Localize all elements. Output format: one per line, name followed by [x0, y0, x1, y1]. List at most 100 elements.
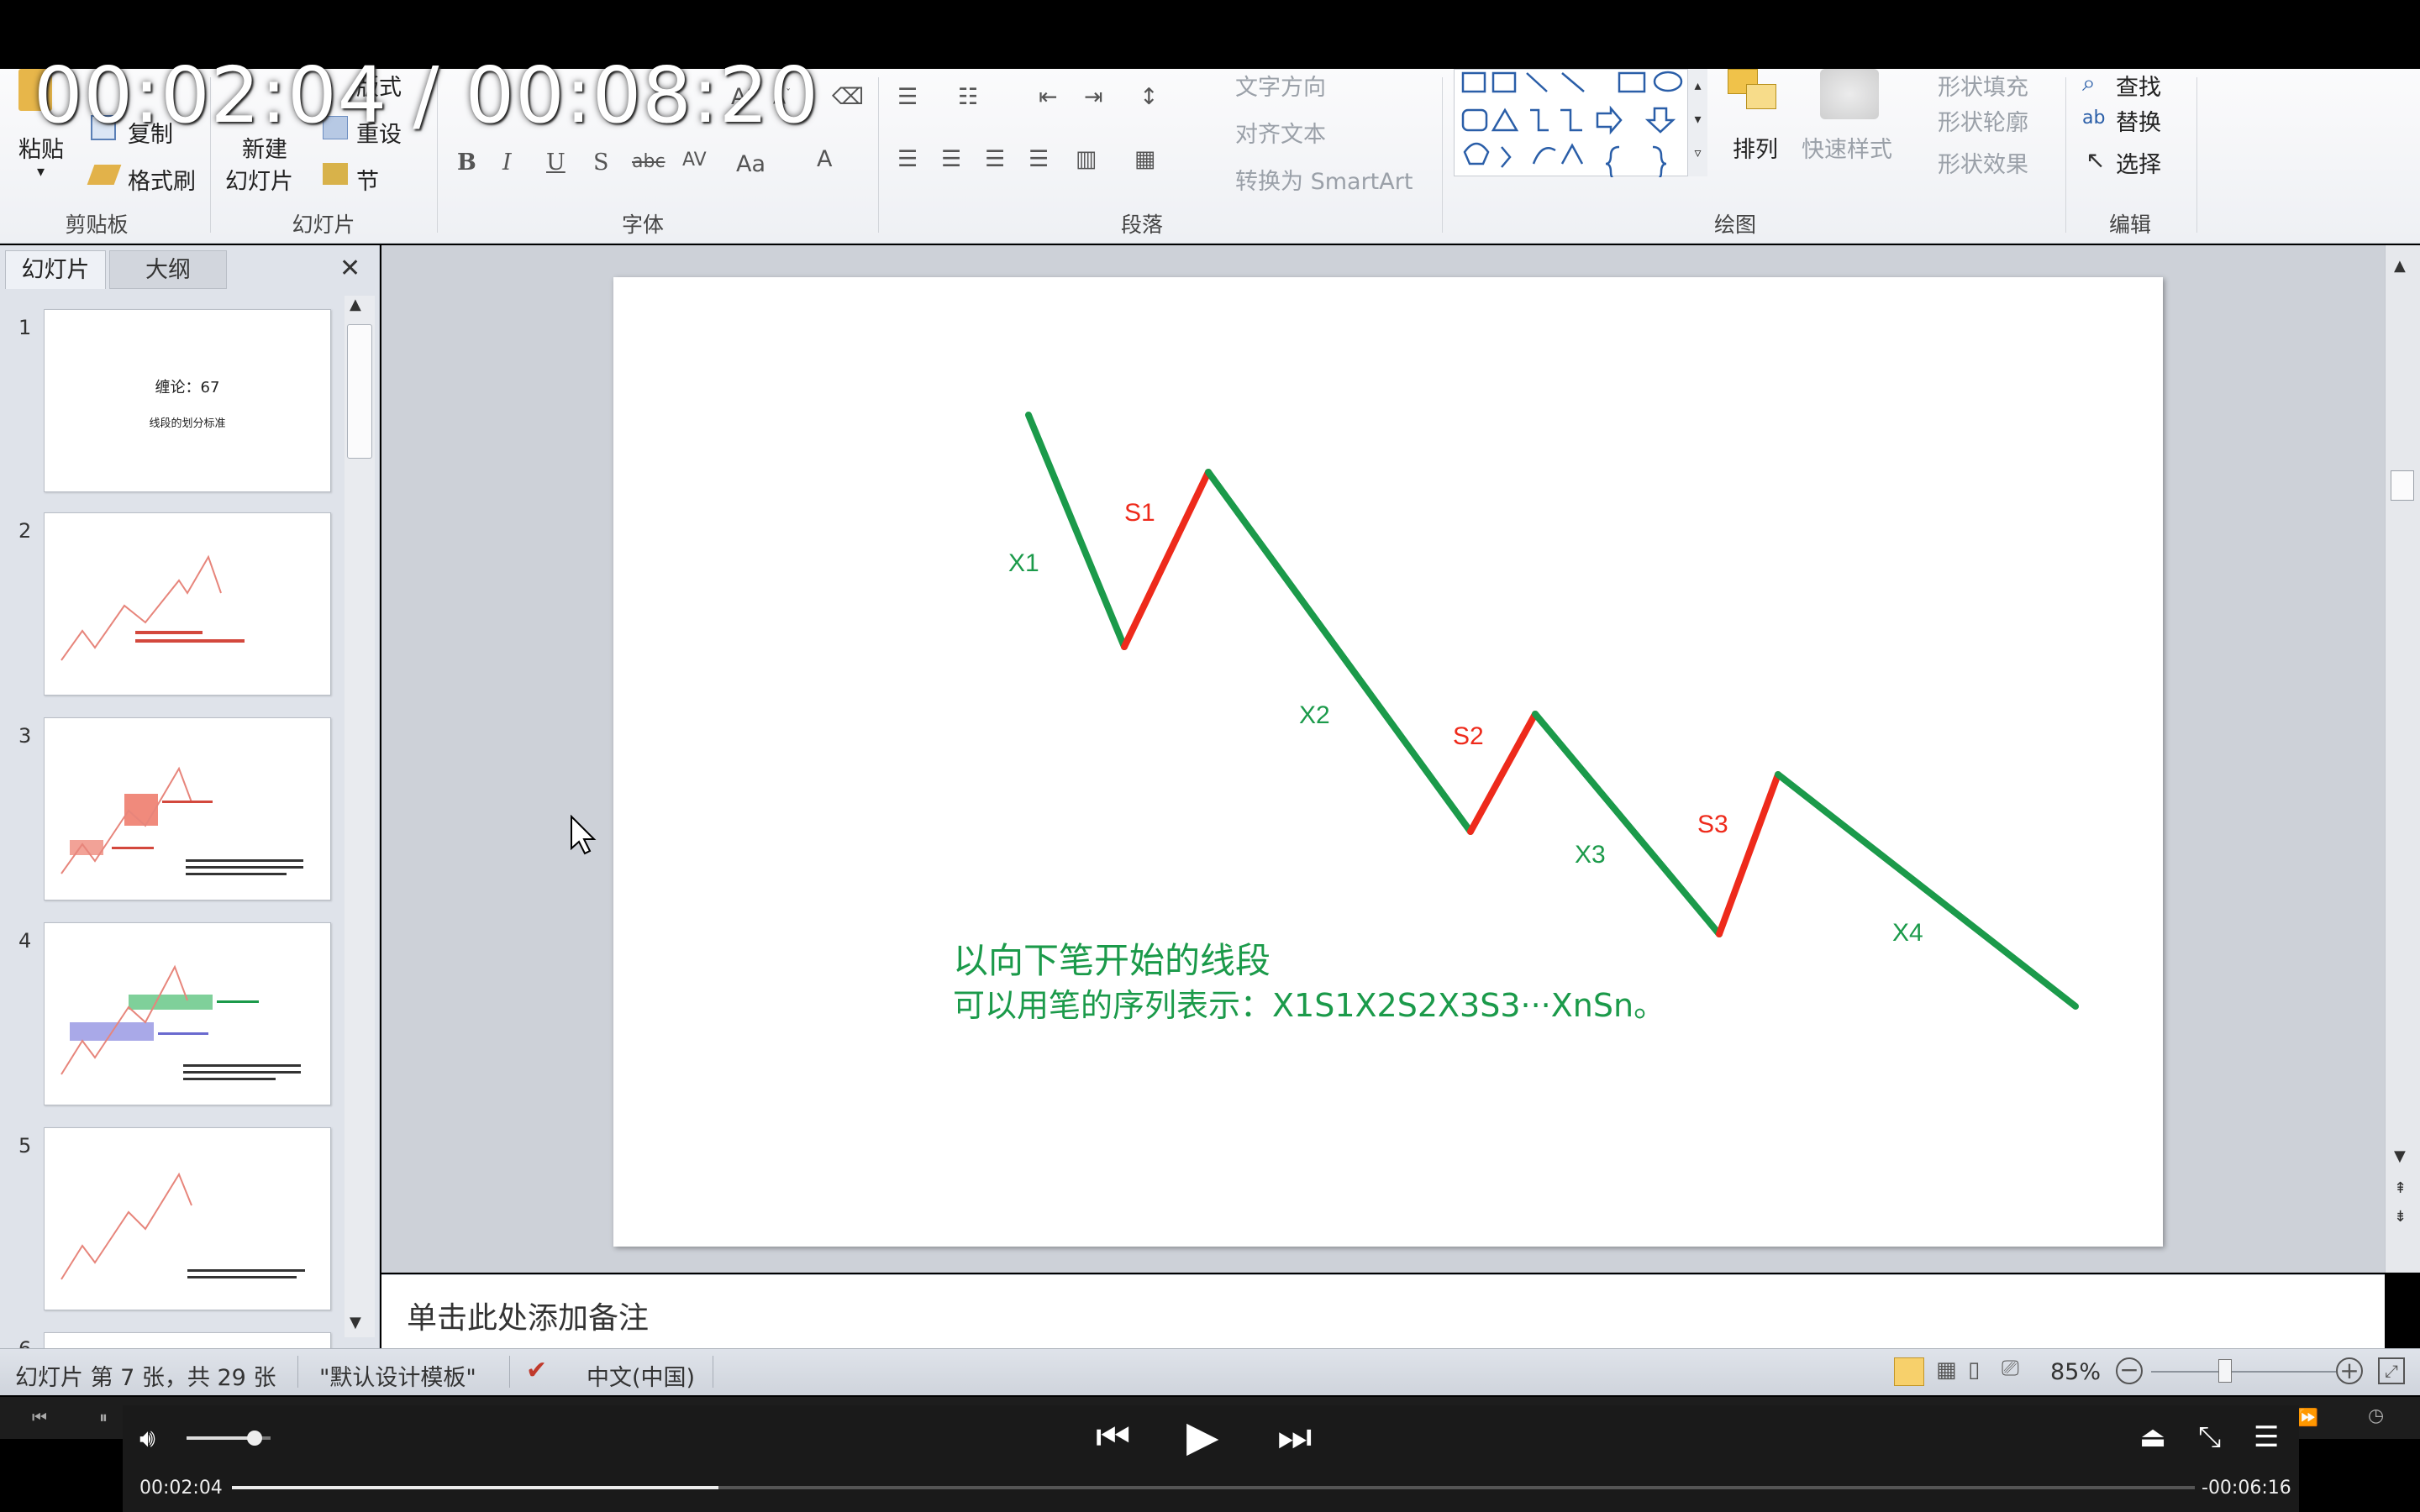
slide-thumbnail[interactable]	[44, 1332, 331, 1350]
columns-icon[interactable]: ▦	[1134, 146, 1156, 172]
slide-thumbnail[interactable]	[44, 512, 331, 696]
slide-thumbnail[interactable]: 缠论：67 线段的划分标准	[44, 309, 331, 492]
slide-number: 1	[18, 316, 32, 339]
slide-number: 3	[18, 724, 32, 748]
label-x1: X1	[1008, 549, 1039, 577]
arrange-icon	[1728, 69, 1781, 116]
volume-slider-fill	[187, 1436, 254, 1440]
stroke-x1	[1025, 412, 1128, 650]
notes-pane[interactable]: 单击此处添加备注	[381, 1274, 2385, 1348]
font-color-button[interactable]: A	[817, 146, 832, 172]
slides-scrollbar[interactable]: ▲ ▼	[345, 296, 375, 1337]
normal-view-icon[interactable]	[1894, 1357, 1924, 1386]
screen: 粘贴 ▾ 复制 格式刷 剪贴板 版式 重设 节 新建 幻灯片 幻灯片 A^ Aˇ…	[0, 0, 2420, 1512]
zoom-slider-thumb[interactable]	[2218, 1359, 2232, 1383]
slide-number: 4	[18, 929, 32, 953]
slide-thumbnail[interactable]	[44, 1127, 331, 1310]
shapes-scroll-icon[interactable]: ▴ ▾ ▿	[1687, 69, 1707, 176]
language-status[interactable]: 中文(中国)	[587, 1359, 695, 1392]
playlist-icon[interactable]: ☰	[2254, 1420, 2279, 1454]
align-left-icon[interactable]: ☰	[897, 146, 918, 172]
label-s3: S3	[1697, 811, 1728, 838]
close-pane-icon[interactable]: ✕	[339, 254, 360, 283]
zoom-level[interactable]: 85%	[2050, 1359, 2101, 1385]
label-x4: X4	[1892, 919, 1923, 947]
volume-slider-thumb[interactable]	[247, 1431, 262, 1446]
slide-thumbnail[interactable]	[44, 922, 331, 1105]
slide-sorter-icon[interactable]: ▦	[1936, 1357, 1957, 1383]
play-icon[interactable]: ▶	[1186, 1412, 1218, 1461]
paste-dropdown-icon[interactable]: ▾	[37, 163, 45, 181]
find-button[interactable]: 查找	[2116, 69, 2161, 102]
shape-outline-button[interactable]: 形状轮廓	[1938, 104, 2028, 137]
strikethrough-button[interactable]: abc	[632, 151, 666, 172]
current-slide[interactable]: X1 S1 X2 S2 X3 S3 X4 以向下笔开始的线段 可以用笔的序列表示…	[613, 277, 2163, 1247]
align-center-icon[interactable]: ☰	[941, 146, 961, 172]
clear-format-icon[interactable]: ⌫	[832, 84, 864, 110]
progress-track[interactable]	[232, 1486, 2195, 1489]
slide-text-line-2: 可以用笔的序列表示：X1S1X2S2X3S3···XnSn。	[953, 987, 1666, 1024]
bullets-icon[interactable]: ☰	[897, 84, 918, 110]
change-case-button[interactable]: Aa	[736, 151, 765, 177]
indent-icon[interactable]: ⇤	[1039, 84, 1058, 110]
shapes-gallery[interactable]	[1454, 69, 1706, 182]
outdent-icon[interactable]: ⇥	[1084, 84, 1103, 110]
zoom-in-icon[interactable]: +	[2336, 1357, 2363, 1384]
fit-to-window-icon[interactable]: ⤢	[2378, 1357, 2405, 1384]
clipboard-group-label: 剪贴板	[65, 213, 129, 237]
airplay-icon[interactable]: ⏏	[2139, 1420, 2166, 1454]
find-icon: ⌕	[2082, 69, 2096, 97]
arrange-button[interactable]: 排列	[1733, 131, 1778, 164]
separator	[509, 1356, 510, 1388]
stroke-s3	[1716, 771, 1781, 937]
justify-icon[interactable]: ☰	[1028, 146, 1049, 172]
italic-button[interactable]: I	[502, 150, 512, 176]
distributed-icon[interactable]: ▥	[1076, 146, 1097, 172]
align-text-button[interactable]: 对齐文本	[1235, 116, 1326, 149]
replace-button[interactable]: 替换	[2116, 104, 2161, 137]
line-spacing-icon[interactable]: ↕	[1139, 84, 1159, 110]
select-button[interactable]: 选择	[2116, 146, 2161, 179]
volume-icon[interactable]: 🔊︎	[139, 1424, 155, 1453]
separator	[1442, 77, 1443, 233]
shape-fill-button[interactable]: 形状填充	[1938, 69, 2028, 102]
shape-effects-button[interactable]: 形状效果	[1938, 146, 2028, 179]
bold-button[interactable]: B	[457, 150, 476, 176]
char-spacing-button[interactable]: AV	[682, 150, 707, 171]
previous-track-icon[interactable]: ⏮	[1096, 1414, 1130, 1461]
slide-number: 2	[18, 519, 32, 543]
separator	[2196, 77, 2197, 233]
section-button[interactable]: 节	[356, 163, 379, 196]
reading-view-icon[interactable]: ▯	[1968, 1357, 1980, 1383]
stroke-x4	[1775, 771, 2079, 1010]
exit-fullscreen-icon[interactable]: ⤡	[2198, 1420, 2221, 1454]
slide-count-status: 幻灯片 第 7 张，共 29 张	[15, 1365, 276, 1391]
underline-button[interactable]: U	[546, 150, 566, 176]
under-pause-icon: ⏸	[99, 1407, 108, 1427]
slideshow-icon[interactable]: ⎚	[2002, 1356, 2019, 1382]
thumb-subtitle: 线段的划分标准	[149, 417, 226, 430]
tab-slides[interactable]: 幻灯片	[5, 250, 106, 289]
status-bar: 幻灯片 第 7 张，共 29 张 "默认设计模板" ✔ 中文(中国) ▦ ▯ ⎚…	[0, 1348, 2420, 1395]
section-icon	[323, 163, 348, 185]
format-painter-button[interactable]: 格式刷	[128, 163, 196, 196]
next-track-icon[interactable]: ⏭	[1277, 1414, 1312, 1461]
align-right-icon[interactable]: ☰	[985, 146, 1005, 172]
numbering-icon[interactable]: ☷	[958, 84, 978, 110]
shadow-button[interactable]: S	[593, 150, 609, 176]
tab-outline[interactable]: 大纲	[109, 250, 227, 289]
video-time-overlay: 00:02:04 / 00:08:20	[34, 50, 819, 140]
text-direction-button[interactable]: 文字方向	[1235, 69, 1326, 102]
quick-styles-button[interactable]: 快速样式	[1802, 131, 1892, 164]
under-fast-forward-icon: ⏩	[2297, 1407, 2318, 1427]
label-x3: X3	[1575, 841, 1606, 869]
slide-vertical-scrollbar[interactable]: ▲ ▼ ⇞ ⇟	[2385, 245, 2420, 1273]
theme-status[interactable]: "默认设计模板"	[319, 1359, 476, 1392]
new-slide-button[interactable]: 幻灯片	[225, 163, 293, 196]
slide-thumbnail[interactable]	[44, 717, 331, 900]
zoom-slider[interactable]	[2151, 1371, 2336, 1373]
convert-smartart-button[interactable]: 转换为 SmartArt	[1235, 163, 1413, 196]
spellcheck-icon[interactable]: ✔	[526, 1356, 547, 1385]
zoom-out-icon[interactable]: −	[2116, 1357, 2143, 1384]
stroke-x3	[1532, 711, 1723, 937]
